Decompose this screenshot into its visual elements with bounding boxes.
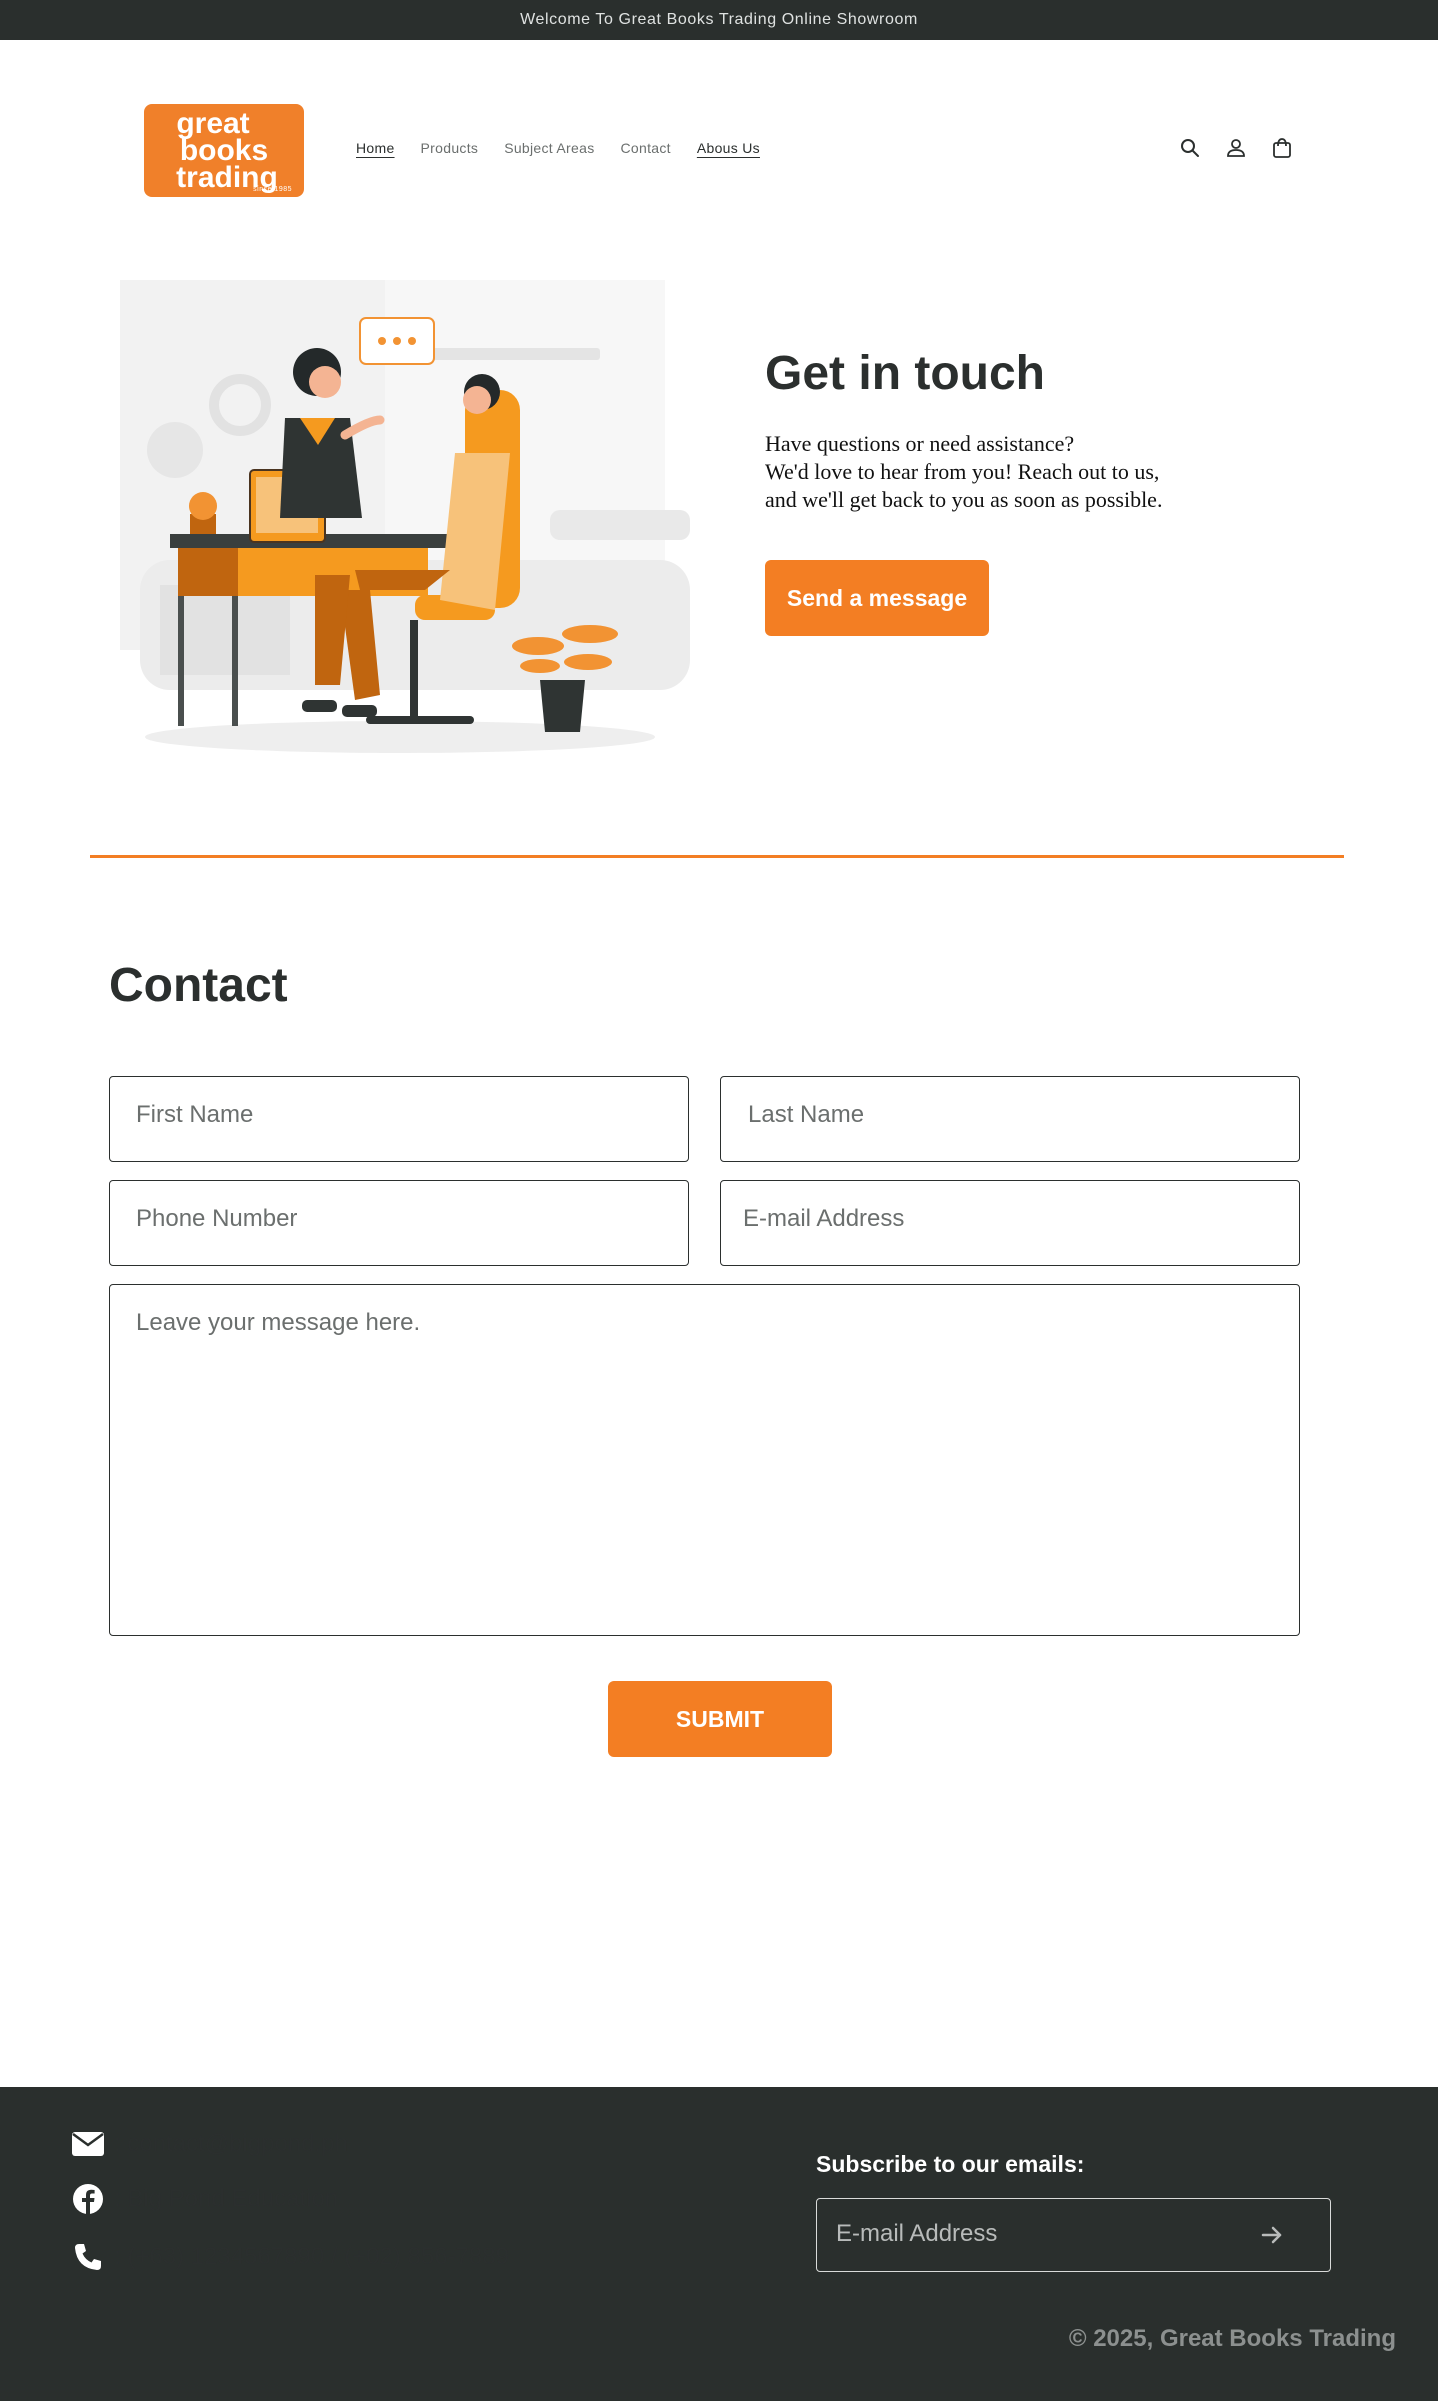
footer-phone[interactable]: : (+63) 1234567890 / (+02) 856-7889 <box>114 2243 509 2271</box>
first-name-field[interactable]: First Name <box>109 1076 689 1162</box>
email-placeholder: E-mail Address <box>743 1205 905 1232</box>
footer-facebook-row: : Big Pond Education <box>70 2181 338 2217</box>
hero-title: Get in touch <box>765 347 1045 400</box>
arrow-right-icon[interactable] <box>1260 2223 1284 2247</box>
search-icon[interactable] <box>1178 136 1202 160</box>
header-icons <box>1178 136 1294 160</box>
hero-text: Have questions or need assistance? We'd … <box>765 430 1235 514</box>
nav-home[interactable]: Home <box>356 140 395 156</box>
phone-number-field[interactable]: Phone Number <box>109 1180 689 1266</box>
cart-icon[interactable] <box>1270 136 1294 160</box>
last-name-field[interactable]: Last Name <box>720 1076 1300 1162</box>
subscribe-placeholder: E-mail Address <box>836 2220 998 2247</box>
nav-products[interactable]: Products <box>421 140 479 156</box>
footer-facebook[interactable]: : Big Pond Education <box>114 2185 338 2213</box>
logo-since: since 1985 <box>253 185 292 193</box>
subscribe-title: Subscribe to our emails: <box>816 2151 1085 2177</box>
footer-email[interactable]: : contact@bigpond.ph <box>114 2130 348 2158</box>
main-nav: Home Products Subject Areas Contact Abou… <box>356 140 760 156</box>
logo-line-1: great <box>176 107 250 140</box>
hero-line-2: We'd love to hear from you! Reach out to… <box>765 459 1160 484</box>
logo-line-2: books <box>179 134 269 167</box>
contact-title: Contact <box>109 959 288 1012</box>
submit-button[interactable]: SUBMIT <box>608 1681 832 1757</box>
site-header: great books trading since 1985 Home Prod… <box>0 40 1438 260</box>
nav-subject-areas[interactable]: Subject Areas <box>504 140 594 156</box>
copyright: © 2025, Great Books Trading <box>1068 2325 1396 2352</box>
footer-phone-row: : (+63) 1234567890 / (+02) 856-7889 <box>70 2239 509 2275</box>
hero-illustration <box>70 270 730 760</box>
facebook-icon <box>70 2181 106 2217</box>
send-message-button[interactable]: Send a message <box>765 560 989 636</box>
message-textarea[interactable]: Leave your message here. <box>109 1284 1300 1636</box>
email-field[interactable]: E-mail Address <box>720 1180 1300 1266</box>
message-placeholder: Leave your message here. <box>136 1309 421 1336</box>
announcement-bar: Welcome To Great Books Trading Online Sh… <box>0 0 1438 40</box>
first-name-placeholder: First Name <box>136 1101 254 1128</box>
hero-line-1: Have questions or need assistance? <box>765 431 1075 456</box>
subscribe-email-field[interactable]: E-mail Address <box>816 2198 1331 2272</box>
account-icon[interactable] <box>1224 136 1248 160</box>
phone-number-placeholder: Phone Number <box>136 1205 298 1232</box>
nav-contact[interactable]: Contact <box>621 140 671 156</box>
section-divider <box>90 855 1344 858</box>
hero-line-3: and we'll get back to you as soon as pos… <box>765 487 1163 512</box>
phone-icon <box>70 2239 106 2275</box>
envelope-icon <box>70 2126 106 2162</box>
announcement-text: Welcome To Great Books Trading Online Sh… <box>520 11 918 28</box>
nav-about-us[interactable]: Abous Us <box>697 140 760 156</box>
last-name-placeholder: Last Name <box>748 1101 865 1128</box>
logo[interactable]: great books trading since 1985 <box>144 104 304 197</box>
footer-email-row: : contact@bigpond.ph <box>70 2126 348 2162</box>
